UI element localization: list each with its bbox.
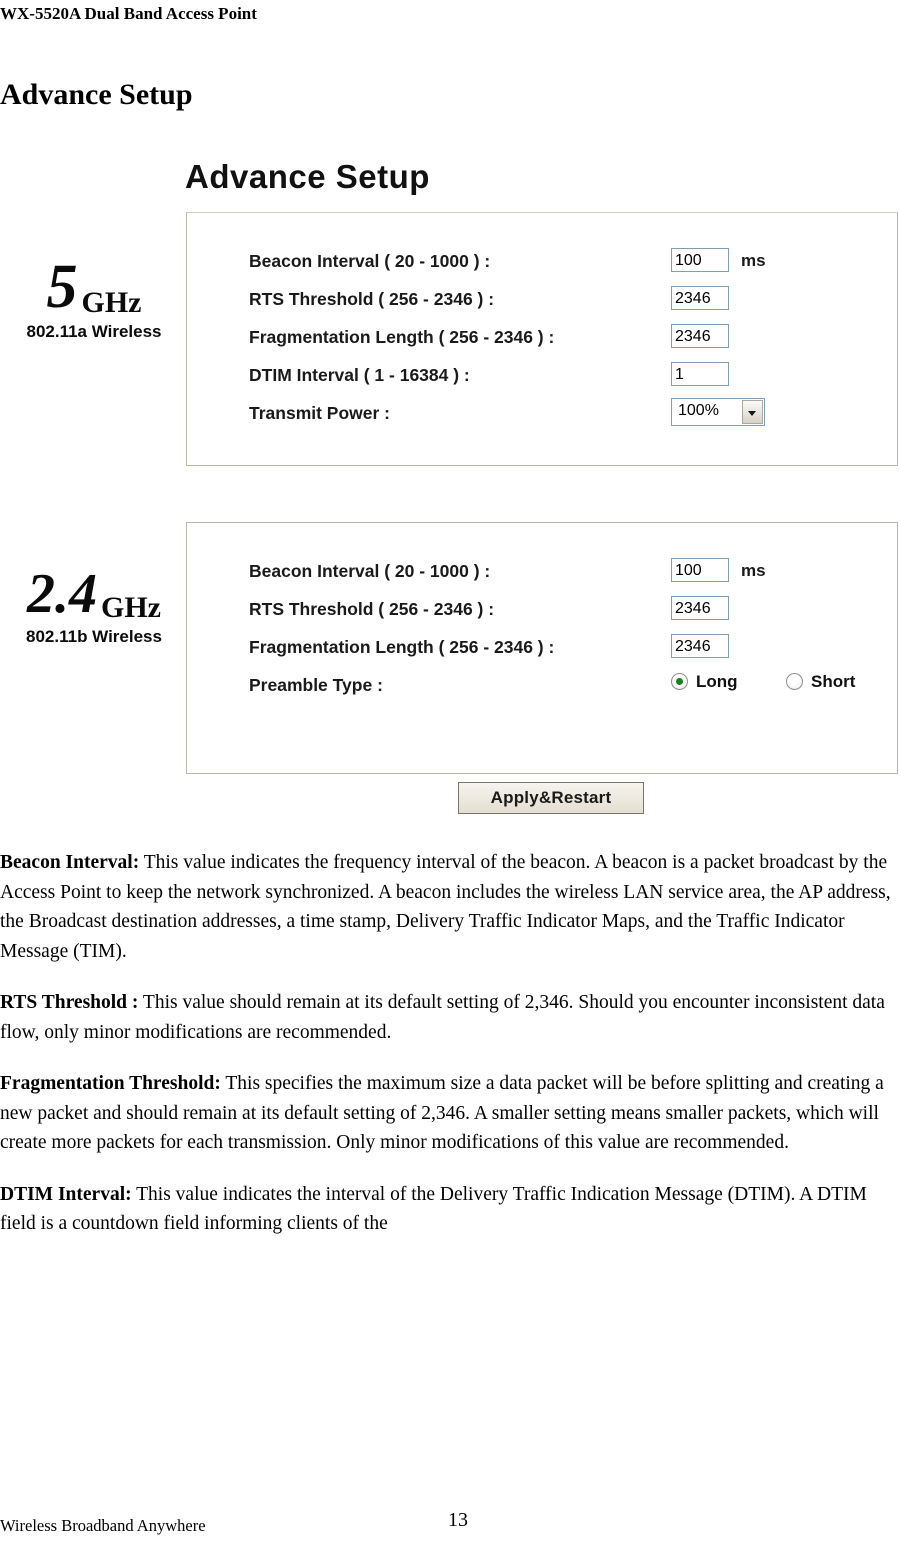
select-transmit-power-value: 100%: [678, 402, 719, 419]
label-beacon-interval-5ghz: Beacon Interval ( 20 - 1000 ) :: [249, 251, 491, 271]
row-fragmentation-length-5ghz: Fragmentation Length ( 256 - 2346 ) : 23…: [199, 324, 885, 357]
apply-restart-button[interactable]: Apply&Restart: [458, 782, 644, 814]
input-rts-threshold-5ghz[interactable]: 2346: [671, 286, 729, 310]
label-transmit-power-5ghz: Transmit Power :: [249, 403, 391, 423]
radio-unselected-icon[interactable]: [786, 673, 803, 690]
row-beacon-interval-5ghz: Beacon Interval ( 20 - 1000 ) : 100 ms: [199, 248, 885, 281]
chevron-down-icon[interactable]: [742, 400, 763, 424]
input-beacon-interval-5ghz[interactable]: 100: [671, 248, 729, 272]
row-transmit-power-5ghz: Transmit Power : 100%: [199, 398, 885, 433]
unit-beacon-interval-24ghz: ms: [741, 561, 766, 580]
document-page: WX-5520A Dual Band Access Point Advance …: [0, 0, 900, 1541]
panel-24ghz: Beacon Interval ( 20 - 1000 ) : 100 ms R…: [186, 522, 898, 774]
logo-5ghz: 5 GHz 802.11a Wireless: [8, 253, 180, 342]
paragraph-rts-threshold: RTS Threshold : This value should remain…: [0, 988, 900, 1047]
term-beacon-interval: Beacon Interval:: [0, 852, 140, 873]
input-fragmentation-length-5ghz[interactable]: 2346: [671, 324, 729, 348]
body-content: Beacon Interval: This value indicates th…: [0, 848, 900, 1261]
row-beacon-interval-24ghz: Beacon Interval ( 20 - 1000 ) : 100 ms: [199, 558, 885, 591]
paragraph-dtim-interval: DTIM Interval: This value indicates the …: [0, 1180, 900, 1239]
document-header-title: WX-5520A Dual Band Access Point: [0, 4, 257, 23]
select-transmit-power-5ghz[interactable]: 100%: [671, 398, 765, 426]
label-fragmentation-length-24ghz: Fragmentation Length ( 256 - 2346 ) :: [249, 637, 555, 657]
logo-24ghz: 2.4 GHz 802.11b Wireless: [8, 566, 180, 647]
label-fragmentation-length-5ghz: Fragmentation Length ( 256 - 2346 ) :: [249, 327, 555, 347]
radio-preamble-short-label: Short: [811, 672, 856, 691]
logo-5ghz-subtitle: 802.11a Wireless: [26, 321, 162, 341]
logo-5ghz-unit: GHz: [81, 285, 142, 319]
footer-page-number: 13: [448, 1509, 468, 1531]
page-title: Advance Setup: [0, 78, 193, 111]
term-fragmentation-threshold: Fragmentation Threshold:: [0, 1073, 221, 1094]
panel-5ghz: Beacon Interval ( 20 - 1000 ) : 100 ms R…: [186, 212, 898, 466]
row-fragmentation-length-24ghz: Fragmentation Length ( 256 - 2346 ) : 23…: [199, 634, 885, 667]
radio-preamble-long-label: Long: [696, 672, 738, 691]
row-dtim-interval-5ghz: DTIM Interval ( 1 - 16384 ) : 1: [199, 362, 885, 395]
label-dtim-interval-5ghz: DTIM Interval ( 1 - 16384 ) :: [249, 365, 470, 385]
label-rts-threshold-24ghz: RTS Threshold ( 256 - 2346 ) :: [249, 599, 495, 619]
paragraph-fragmentation-threshold: Fragmentation Threshold: This specifies …: [0, 1069, 900, 1158]
logo-24ghz-subtitle: 802.11b Wireless: [26, 626, 162, 646]
row-preamble-type-24ghz: Preamble Type : Long Short: [199, 672, 885, 705]
radio-selected-icon[interactable]: [671, 673, 688, 690]
row-rts-threshold-24ghz: RTS Threshold ( 256 - 2346 ) : 2346: [199, 596, 885, 629]
logo-24ghz-number: 2.4: [27, 563, 97, 625]
advance-setup-screenshot: Advance Setup 5 GHz 802.11a Wireless Beac…: [0, 140, 900, 840]
logo-5ghz-number: 5: [46, 253, 78, 321]
row-rts-threshold-5ghz: RTS Threshold ( 256 - 2346 ) : 2346: [199, 286, 885, 319]
label-preamble-type-24ghz: Preamble Type :: [249, 675, 383, 695]
label-rts-threshold-5ghz: RTS Threshold ( 256 - 2346 ) :: [249, 289, 495, 309]
input-beacon-interval-24ghz[interactable]: 100: [671, 558, 729, 582]
paragraph-beacon-interval: Beacon Interval: This value indicates th…: [0, 848, 900, 966]
logo-24ghz-unit: GHz: [101, 590, 161, 624]
input-fragmentation-length-24ghz[interactable]: 2346: [671, 634, 729, 658]
screenshot-title: Advance Setup: [185, 158, 430, 195]
term-rts-threshold: RTS Threshold :: [0, 992, 139, 1013]
term-dtim-interval: DTIM Interval:: [0, 1183, 132, 1205]
input-rts-threshold-24ghz[interactable]: 2346: [671, 596, 729, 620]
unit-beacon-interval-5ghz: ms: [741, 251, 766, 270]
label-beacon-interval-24ghz: Beacon Interval ( 20 - 1000 ) :: [249, 561, 491, 581]
footer-tagline: Wireless Broadband Anywhere: [0, 1516, 206, 1535]
input-dtim-interval-5ghz[interactable]: 1: [671, 362, 729, 386]
